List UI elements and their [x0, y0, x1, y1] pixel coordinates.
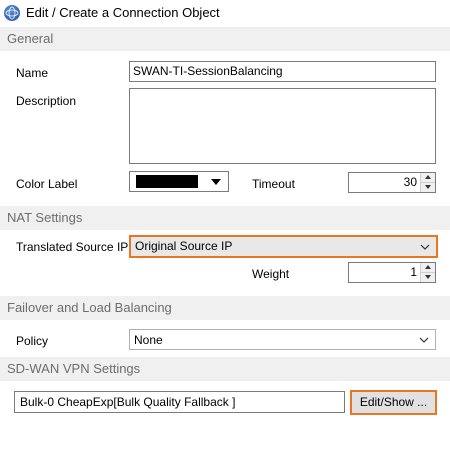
description-field[interactable] — [129, 88, 436, 164]
sdwan-vpn-value: Bulk-0 CheapExp[Bulk Quality Fallback ] — [14, 391, 345, 413]
color-label-label: Color Label — [16, 177, 78, 191]
policy-select[interactable]: None — [129, 329, 436, 350]
chevron-down-icon — [420, 244, 430, 250]
name-label: Name — [16, 66, 49, 80]
policy-value: None — [134, 333, 163, 347]
spin-up-icon[interactable] — [421, 263, 435, 273]
timeout-stepper[interactable]: 30 — [348, 172, 436, 193]
color-label-combo[interactable] — [129, 171, 229, 192]
spin-up-icon[interactable] — [421, 173, 435, 183]
section-general-header: General — [0, 27, 450, 51]
app-globe-icon — [4, 5, 20, 21]
translated-source-ip-select[interactable]: Original Source IP — [129, 235, 438, 258]
edit-show-button[interactable]: Edit/Show ... — [350, 390, 437, 415]
weight-stepper[interactable]: 1 — [348, 262, 436, 283]
title-bar: Edit / Create a Connection Object — [0, 0, 450, 27]
window-title: Edit / Create a Connection Object — [26, 5, 220, 20]
description-label: Description — [16, 94, 77, 108]
timeout-value[interactable]: 30 — [404, 175, 417, 189]
section-sdwan-header: SD-WAN VPN Settings — [0, 357, 450, 381]
policy-label: Policy — [16, 334, 49, 348]
weight-label: Weight — [252, 267, 290, 281]
section-failover-header: Failover and Load Balancing — [0, 296, 450, 320]
spin-down-icon[interactable] — [421, 272, 435, 282]
translated-source-ip-value: Original Source IP — [135, 239, 233, 253]
chevron-down-icon[interactable] — [211, 179, 221, 185]
spin-down-icon[interactable] — [421, 182, 435, 192]
timeout-label: Timeout — [252, 177, 295, 191]
chevron-down-icon — [419, 337, 429, 343]
translated-source-ip-label: Translated Source IP — [16, 240, 129, 254]
weight-value[interactable]: 1 — [410, 265, 417, 279]
color-swatch — [136, 175, 198, 188]
name-field[interactable]: SWAN-TI-SessionBalancing — [129, 61, 436, 82]
section-nat-header: NAT Settings — [0, 206, 450, 230]
